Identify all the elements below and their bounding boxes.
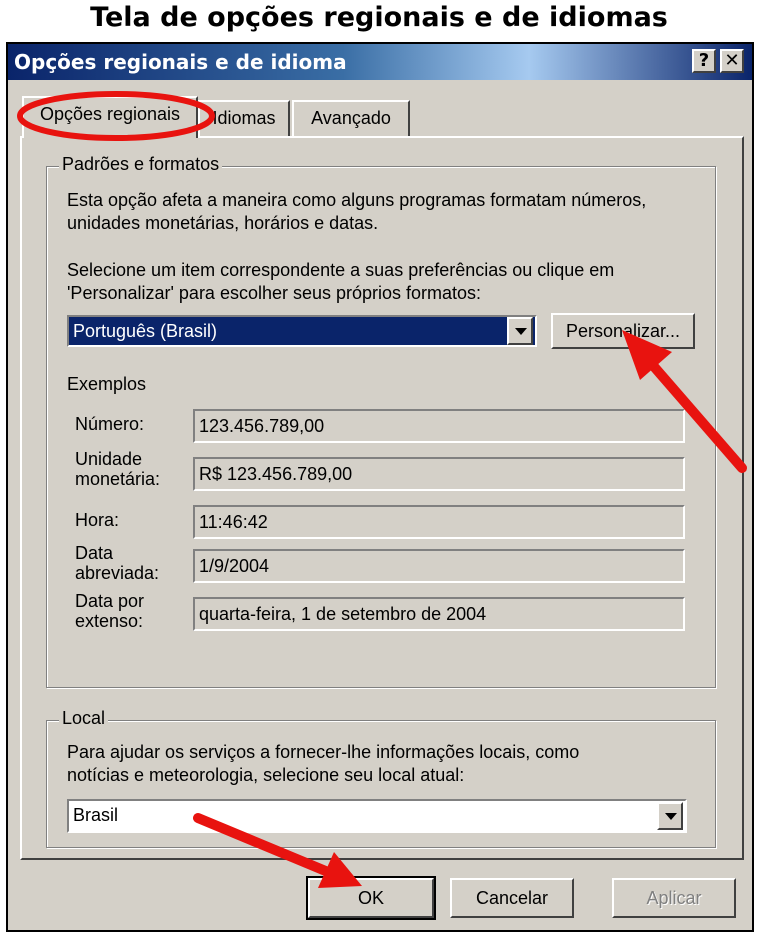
- standards-description-line: Esta opção afeta a maneira como alguns p…: [67, 190, 647, 210]
- example-label-line: Data por: [75, 591, 145, 611]
- regional-options-dialog: Opções regionais e de idioma ? ✕ Opções …: [6, 42, 754, 932]
- tab-panel: Padrões e formatos Esta opção afeta a ma…: [20, 136, 744, 860]
- location-description: Para ajudar os serviços a fornecer-lhe i…: [67, 741, 707, 787]
- locale-select[interactable]: Português (Brasil): [67, 315, 537, 347]
- tab-advanced[interactable]: Avançado: [292, 100, 410, 136]
- location-selected-value: Brasil: [73, 805, 119, 825]
- standards-instruction: Selecione um item correspondente a suas …: [67, 259, 707, 305]
- customize-button[interactable]: Personalizar...: [551, 313, 695, 349]
- standards-description: Esta opção afeta a maneira como alguns p…: [67, 189, 707, 235]
- page-caption: Tela de opções regionais e de idiomas: [90, 2, 668, 33]
- window-title: Opções regionais e de idioma: [14, 50, 347, 74]
- example-label-line: abreviada:: [75, 563, 160, 583]
- location-select[interactable]: Brasil: [67, 799, 687, 833]
- standards-formats-group: Padrões e formatos Esta opção afeta a ma…: [46, 154, 716, 688]
- location-description-line: Para ajudar os serviços a fornecer-lhe i…: [67, 742, 580, 762]
- locale-dropdown-button[interactable]: [507, 317, 533, 345]
- location-group: Local Para ajudar os serviços a fornecer…: [46, 708, 716, 848]
- example-value-number: 123.456.789,00: [193, 409, 685, 443]
- close-button[interactable]: ✕: [720, 49, 744, 73]
- example-label-line: Data: [75, 543, 114, 563]
- example-label-number: Número:: [75, 413, 144, 436]
- apply-button[interactable]: Aplicar: [612, 878, 736, 918]
- ok-button[interactable]: OK: [306, 876, 436, 920]
- examples-heading: Exemplos: [67, 374, 147, 394]
- example-label-long-date: Data por extenso:: [75, 591, 144, 631]
- example-label-line: Número:: [75, 414, 145, 434]
- example-label-line: Unidade: [75, 449, 143, 469]
- standards-instruction-line: Selecione um item correspondente a suas …: [67, 260, 615, 280]
- tab-languages[interactable]: Idiomas: [198, 100, 290, 136]
- example-label-short-date: Data abreviada:: [75, 543, 159, 583]
- example-value-time: 11:46:42: [193, 505, 685, 539]
- tab-regional-options[interactable]: Opções regionais: [22, 96, 198, 138]
- chevron-down-icon: [515, 328, 527, 335]
- standards-instruction-line: 'Personalizar' para escolher seus própri…: [67, 283, 482, 303]
- location-description-line: notícias e meteorologia, selecione seu l…: [67, 765, 465, 785]
- example-value-short-date: 1/9/2004: [193, 549, 685, 583]
- example-label-time: Hora:: [75, 509, 119, 532]
- chevron-down-icon: [665, 813, 677, 820]
- locale-selected-value: Português (Brasil): [73, 321, 218, 341]
- example-label-line: extenso:: [75, 611, 144, 631]
- title-bar[interactable]: Opções regionais e de idioma ? ✕: [8, 44, 752, 80]
- example-value-long-date: quarta-feira, 1 de setembro de 2004: [193, 597, 685, 631]
- example-label-line: monetária:: [75, 469, 161, 489]
- standards-description-line: unidades monetárias, horários e datas.: [67, 213, 379, 233]
- cancel-button[interactable]: Cancelar: [450, 878, 574, 918]
- standards-legend: Padrões e formatos: [59, 154, 223, 175]
- example-label-line: Hora:: [75, 510, 120, 530]
- example-value-currency: R$ 123.456.789,00: [193, 457, 685, 491]
- location-dropdown-button[interactable]: [657, 802, 683, 830]
- location-legend: Local: [59, 708, 109, 729]
- example-label-currency: Unidade monetária:: [75, 449, 160, 489]
- help-button[interactable]: ?: [692, 49, 716, 73]
